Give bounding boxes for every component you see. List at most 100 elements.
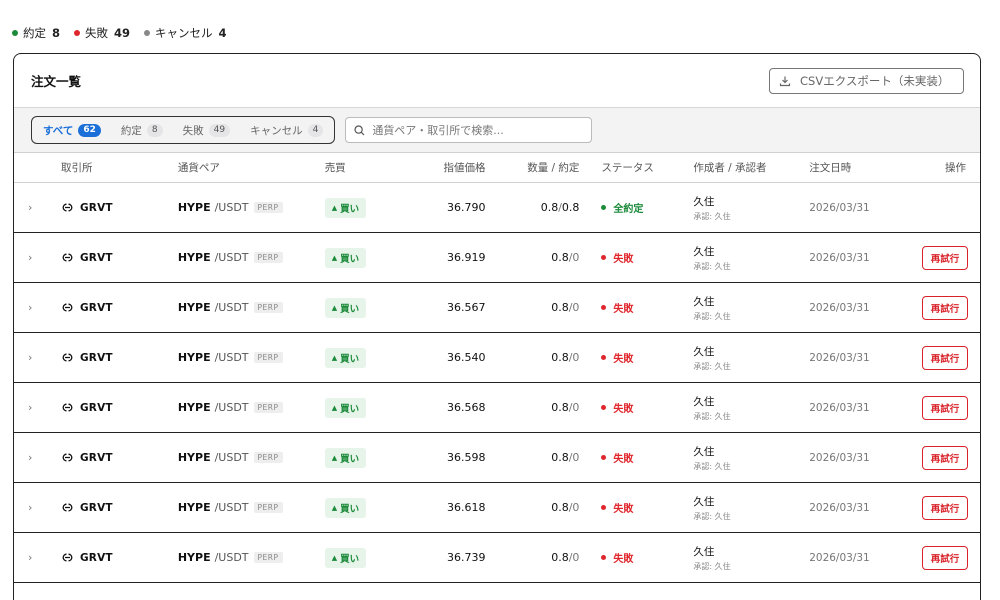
col-pair[interactable]: 通貨ペア <box>178 160 325 175</box>
search-box[interactable] <box>345 117 593 143</box>
status-label: 失敗 <box>613 304 634 315</box>
retry-button[interactable]: 再試行 <box>922 395 969 420</box>
expand-chevron-icon[interactable]: › <box>14 401 61 414</box>
limit-price: 36.618 <box>447 501 486 514</box>
table-row[interactable]: › GRVT HYPE/USDT PERP ▲ 買い 36.790 0.8/0.8 全約定 久住承… <box>14 183 980 233</box>
col-creator[interactable]: 作成者 / 承認者 <box>693 160 809 175</box>
table-row[interactable]: › GRVT HYPE/USDT PERP ▲ 買い 36.598 0.8/0 失敗 久住 承認: … <box>14 433 980 483</box>
tab-filled[interactable]: 約定 8 <box>121 123 163 138</box>
tab-failed[interactable]: 失敗 49 <box>182 123 231 138</box>
exchange-name: GRVT <box>79 501 113 514</box>
exchange-name: GRVT <box>79 301 113 314</box>
market-type-badge: PERP <box>253 252 283 263</box>
up-triangle-icon: ▲ <box>331 403 338 412</box>
order-list-panel: 注文一覧 CSVエクスポート（未実装） すべて 62 約定 8 失敗 49 キャ… <box>13 53 981 600</box>
creator-name: 久住 <box>693 195 715 208</box>
status-dot <box>601 455 607 460</box>
summary-failed-count: 49 <box>114 26 131 40</box>
creator-cell: 久住 承認: 久住 <box>693 194 809 222</box>
order-date: 2026/03/31 <box>809 501 870 514</box>
expand-chevron-icon[interactable]: › <box>14 451 61 464</box>
csv-export-button[interactable]: CSVエクスポート（未実装） <box>769 67 964 94</box>
status-dot <box>601 355 607 360</box>
pair-base: HYPE <box>177 551 211 564</box>
grvt-logo-icon <box>62 353 73 362</box>
expand-chevron-icon[interactable]: › <box>14 351 61 364</box>
creator-cell: 久住 承認: 久住 <box>693 344 809 372</box>
col-date[interactable]: 注文日時 <box>809 160 910 175</box>
retry-button[interactable]: 再試行 <box>922 545 969 570</box>
table-row[interactable]: › GRVT HYPE/USDT PERP ▲ 買い 36.568 0.8/0 失敗 久住 承認: … <box>14 383 980 433</box>
summary-canceled-label: キャンセル <box>155 26 213 40</box>
status-label: 全約定 <box>613 204 644 215</box>
exchange-cell: GRVT <box>61 302 178 314</box>
table-row[interactable]: › GRVT HYPE/USDT PERP ▲ 買い 36.540 0.8/0 失敗 久住 承認: … <box>14 333 980 383</box>
status-badge: 失敗 <box>601 250 693 265</box>
table-body: › GRVT HYPE/USDT PERP ▲ 買い 36.790 0.8/0.8 全約定 久住承… <box>14 183 980 583</box>
pair-base: HYPE <box>177 301 211 314</box>
pair-base: HYPE <box>177 401 211 414</box>
expand-chevron-icon[interactable]: › <box>14 251 61 264</box>
grvt-logo-icon <box>62 303 73 312</box>
limit-price: 36.567 <box>447 301 486 314</box>
download-icon <box>779 76 791 86</box>
pair-cell: HYPE/USDT PERP <box>178 201 325 214</box>
table-row[interactable]: › GRVT HYPE/USDT PERP ▲ 買い 36.618 0.8/0 失敗 久住 承認: … <box>14 483 980 533</box>
creator-cell: 久住 承認: 久住 <box>693 544 809 572</box>
qty-filled-cell: 0.8/0 <box>488 301 582 314</box>
side-label: 買い <box>340 303 360 315</box>
tab-filled-label: 約定 <box>120 124 142 137</box>
creator-cell: 久住 承認: 久住 <box>693 244 809 272</box>
search-input[interactable] <box>372 123 573 137</box>
tab-canceled-label: キャンセル <box>250 124 303 137</box>
creator-name: 久住 <box>693 545 715 558</box>
expand-chevron-icon[interactable]: › <box>14 201 61 214</box>
up-triangle-icon: ▲ <box>331 203 338 212</box>
col-qty[interactable]: 数量 / 約定 <box>488 160 582 175</box>
grvt-logo-icon <box>62 453 73 462</box>
expand-chevron-icon[interactable]: › <box>14 551 61 564</box>
table-header: 取引所 通貨ペア 売買 指値価格 数量 / 約定 ステータス 作成者 / 承認者… <box>14 153 980 183</box>
status-dot <box>601 555 607 560</box>
up-triangle-icon: ▲ <box>331 453 338 462</box>
col-side[interactable]: 売買 <box>325 160 410 175</box>
filled-qty: 0 <box>572 501 580 514</box>
creator-cell: 久住 承認: 久住 <box>693 444 809 472</box>
status-label: 失敗 <box>613 404 634 415</box>
table-row[interactable]: › GRVT HYPE/USDT PERP ▲ 買い 36.919 0.8/0 失敗 久住 承認: … <box>14 233 980 283</box>
tab-all[interactable]: すべて 62 <box>43 123 101 138</box>
status-filter-tabs: すべて 62 約定 8 失敗 49 キャンセル 4 <box>31 116 336 144</box>
retry-button[interactable]: 再試行 <box>922 495 969 520</box>
order-qty: 0.8 <box>551 501 569 514</box>
market-type-badge: PERP <box>253 552 283 563</box>
col-exchange[interactable]: 取引所 <box>61 160 178 175</box>
tab-canceled[interactable]: キャンセル 4 <box>250 123 324 138</box>
retry-button[interactable]: 再試行 <box>922 345 969 370</box>
table-row[interactable]: › GRVT HYPE/USDT PERP ▲ 買い 36.567 0.8/0 失敗 久住 承認: … <box>14 283 980 333</box>
status-label: 失敗 <box>613 504 634 515</box>
status-badge: 失敗 <box>601 400 693 415</box>
col-status[interactable]: ステータス <box>581 160 693 175</box>
col-price[interactable]: 指値価格 <box>410 160 488 175</box>
market-type-badge: PERP <box>253 452 283 463</box>
qty-filled-cell: 0.8/0.8 <box>488 201 582 214</box>
status-badge: 失敗 <box>601 450 693 465</box>
exchange-name: GRVT <box>79 451 113 464</box>
expand-chevron-icon[interactable]: › <box>14 301 61 314</box>
order-status-summary: 約定 8 失敗 49 キャンセル 4 <box>12 26 241 40</box>
pair-base: HYPE <box>177 351 211 364</box>
filled-qty: 0 <box>572 451 580 464</box>
retry-button[interactable]: 再試行 <box>922 295 969 320</box>
retry-button[interactable]: 再試行 <box>922 245 969 270</box>
table-row[interactable]: › GRVT HYPE/USDT PERP ▲ 買い 36.739 0.8/0 失敗 久住 承認: … <box>14 533 980 583</box>
side-label: 買い <box>340 403 360 415</box>
retry-button[interactable]: 再試行 <box>922 445 969 470</box>
creator-name: 久住 <box>693 445 715 458</box>
order-qty: 0.8 <box>551 551 569 564</box>
tab-failed-label: 失敗 <box>182 124 204 137</box>
limit-price: 36.739 <box>447 551 486 564</box>
expand-chevron-icon[interactable]: › <box>14 501 61 514</box>
limit-price: 36.598 <box>447 451 486 464</box>
order-qty: 0.8 <box>551 401 569 414</box>
panel-header: 注文一覧 CSVエクスポート（未実装） <box>14 54 980 108</box>
